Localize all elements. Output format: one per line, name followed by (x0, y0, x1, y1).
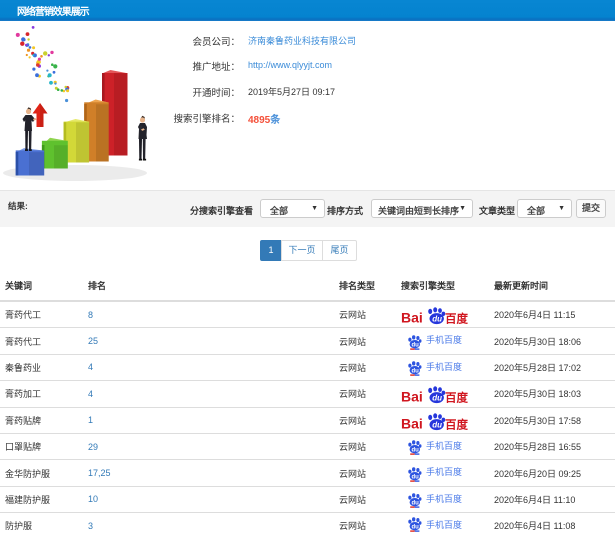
svg-text:du: du (412, 448, 420, 454)
svg-text:du: du (412, 525, 420, 531)
svg-text:du: du (412, 474, 420, 480)
svg-text:百度: 百度 (445, 391, 468, 405)
svg-text:Bai: Bai (401, 389, 423, 405)
svg-text:du: du (412, 342, 420, 348)
svg-text:du: du (412, 501, 420, 507)
svg-text:du: du (432, 394, 442, 403)
svg-text:Bai: Bai (401, 415, 423, 431)
svg-text:du: du (432, 420, 442, 429)
svg-text:百度: 百度 (445, 417, 468, 431)
svg-text:du: du (412, 369, 420, 375)
svg-text:Bai: Bai (401, 310, 423, 326)
svg-text:百度: 百度 (445, 312, 468, 326)
svg-text:du: du (432, 315, 442, 324)
